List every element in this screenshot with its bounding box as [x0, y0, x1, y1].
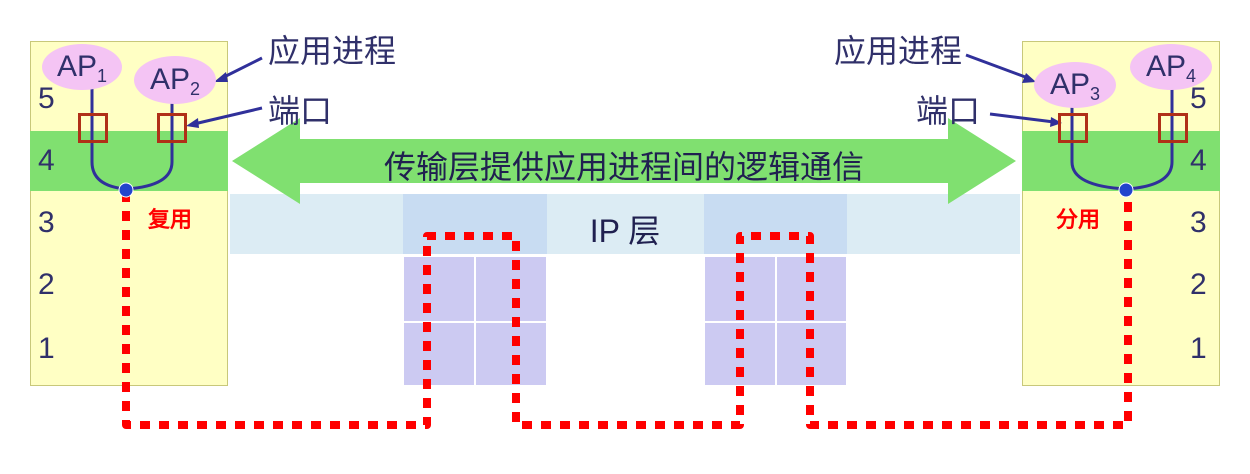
process-left-label: 应用进程 — [268, 33, 397, 69]
demux-point — [1118, 182, 1134, 198]
ap4-process: AP4 — [1130, 44, 1212, 90]
ap2-to-mux-line — [125, 98, 174, 191]
mux-label: 复用 — [148, 207, 193, 232]
port-ap3 — [1058, 113, 1088, 143]
ap1-process: AP1 — [42, 44, 122, 90]
right-layer-2: 2 — [1190, 268, 1207, 301]
right-layer-5: 5 — [1190, 82, 1207, 115]
right-layer-3: 3 — [1190, 206, 1207, 239]
ap2-process: AP2 — [134, 56, 216, 104]
port-ap2 — [157, 113, 187, 143]
port-right-label: 端口 — [916, 93, 981, 129]
left-layer-4: 4 — [38, 144, 55, 177]
demux-label: 分用 — [1056, 207, 1101, 232]
ap3-process: AP3 — [1034, 62, 1116, 108]
port-ap4 — [1158, 113, 1188, 143]
right-layer-1: 1 — [1190, 332, 1207, 365]
port-left-label: 端口 — [268, 93, 333, 129]
port-ap1 — [78, 113, 108, 143]
process-right-pointer — [965, 53, 1029, 80]
port-right-pointer — [989, 112, 1055, 124]
left-layer-1: 1 — [38, 332, 55, 365]
left-layer-3: 3 — [38, 206, 55, 239]
right-layer-4: 4 — [1190, 144, 1207, 177]
mux-point — [118, 182, 134, 198]
process-left-pointer — [221, 56, 263, 80]
process-right-label: 应用进程 — [834, 33, 963, 69]
left-layer-5: 5 — [38, 82, 55, 115]
left-layer-2: 2 — [38, 268, 55, 301]
transport-arrow-label: 传输层提供应用进程间的逻辑通信 — [383, 149, 864, 185]
ip-layer-label: IP 层 — [589, 213, 661, 249]
port-left-pointer — [193, 106, 263, 126]
